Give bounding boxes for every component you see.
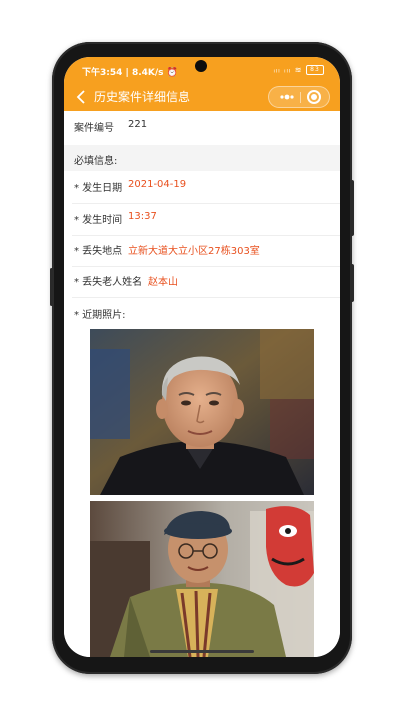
mini-program-capsule [268,86,330,108]
more-dots-icon[interactable] [276,89,298,105]
case-number-label: 案件编号 [74,123,114,134]
field-value: 赵本山 [148,277,178,288]
battery-icon: 83 [306,65,324,75]
case-detail-content: 案件编号 221 必填信息: * 发生日期 2021-04-19 * 发生时间 … [64,111,340,657]
page-title: 历史案件详细信息 [94,90,191,104]
chevron-left-icon [76,90,85,104]
signal-wifi-icon: ᵢₗₗ ᵢₗₗ ≋ [273,65,303,75]
divider [72,297,340,298]
divider [72,235,340,236]
nav-bar: 历史案件详细信息 [64,83,340,111]
field-row-location: * 丢失地点 立新大道大立小区27栋303室 [64,242,340,260]
field-row-name: * 丢失老人姓名 赵本山 [64,273,340,291]
field-label: * 发生日期 [74,183,123,194]
photo-portrait-black-jacket [90,329,314,495]
field-label: * 丢失老人姓名 [74,277,143,288]
field-value: 13:37 [128,211,157,222]
case-number-row: 案件编号 221 [64,119,340,137]
divider [72,203,340,204]
status-time: 下午3:54 | 8.4K/s ⏰ [82,68,178,78]
recent-photo-2[interactable] [90,501,314,657]
field-value: 立新大道大立小区27栋303室 [128,246,260,257]
field-row-date: * 发生日期 2021-04-19 [64,179,340,197]
capsule-divider [300,92,301,103]
photo-portrait-beret-green-coat [90,501,314,657]
back-button[interactable] [72,87,90,107]
target-circle-icon[interactable] [307,90,321,104]
front-camera [195,60,207,72]
app-header: 下午3:54 | 8.4K/s ⏰ ᵢₗₗ ᵢₗₗ ≋ 83 历史案件详细信息 [64,57,340,111]
phone-screen: 下午3:54 | 8.4K/s ⏰ ᵢₗₗ ᵢₗₗ ≋ 83 历史案件详细信息 [64,57,340,657]
field-label: * 丢失地点 [74,246,123,257]
device-stage: 下午3:54 | 8.4K/s ⏰ ᵢₗₗ ᵢₗₗ ≋ 83 历史案件详细信息 [0,0,404,714]
photos-label: * 近期照片: [74,310,126,321]
case-number-value: 221 [128,119,148,130]
field-value: 2021-04-19 [128,179,187,190]
required-section-header: 必填信息: [64,145,340,171]
required-section-title: 必填信息: [74,156,118,167]
power-button [350,264,354,302]
recent-photo-1[interactable] [90,329,314,495]
status-icons: ᵢₗₗ ᵢₗₗ ≋ 83 [273,65,324,75]
home-indicator[interactable] [150,650,254,653]
divider [72,266,340,267]
field-label: * 发生时间 [74,215,123,226]
photos-label-row: * 近期照片: [64,306,340,324]
field-row-time: * 发生时间 13:37 [64,211,340,229]
left-side-button [50,268,53,306]
volume-button [350,180,354,236]
